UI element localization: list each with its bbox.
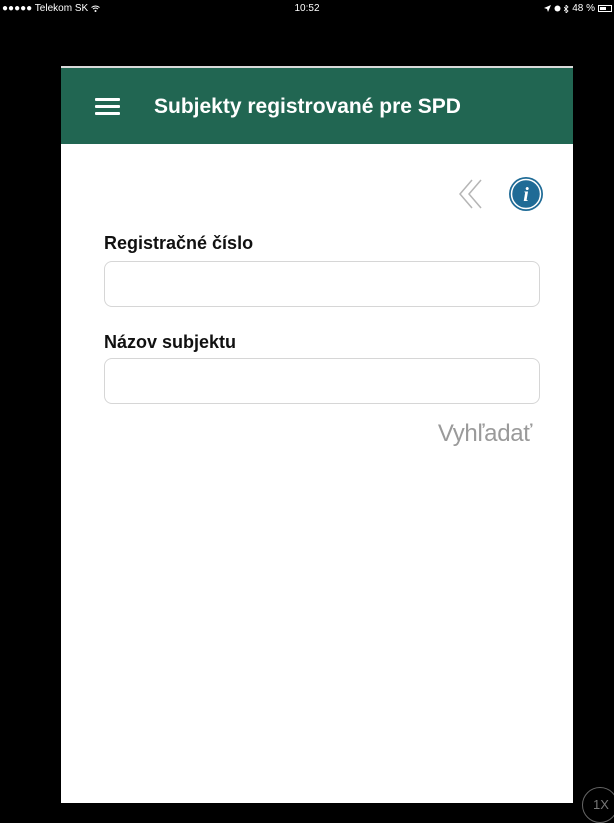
bluetooth-icon <box>564 4 569 13</box>
registration-number-input[interactable] <box>104 261 540 307</box>
page-title: Subjekty registrované pre SPD <box>154 95 461 118</box>
zoom-badge[interactable]: 1X <box>582 787 614 823</box>
svg-text:i: i <box>523 184 529 206</box>
location-arrow-icon <box>544 5 552 12</box>
search-button[interactable]: Vyhľadať <box>438 420 532 448</box>
alarm-icon <box>554 5 561 12</box>
battery-percent: 48 % <box>572 3 595 14</box>
info-icon[interactable]: i <box>508 176 544 212</box>
status-bar: ●●●●● Telekom SK 10:52 48 % <box>0 0 614 18</box>
app-window: Subjekty registrované pre SPD i Registra… <box>61 66 573 803</box>
clock: 10:52 <box>294 3 320 14</box>
hamburger-menu-icon[interactable] <box>95 98 120 115</box>
battery-icon <box>598 5 612 12</box>
subject-name-input[interactable] <box>104 358 540 404</box>
double-chevron-left-icon[interactable] <box>456 176 486 212</box>
status-right: 48 % <box>544 3 612 14</box>
registration-number-label: Registračné číslo <box>104 233 254 253</box>
subject-name-label: Názov subjektu <box>104 332 237 352</box>
app-header: Subjekty registrované pre SPD <box>61 68 573 144</box>
